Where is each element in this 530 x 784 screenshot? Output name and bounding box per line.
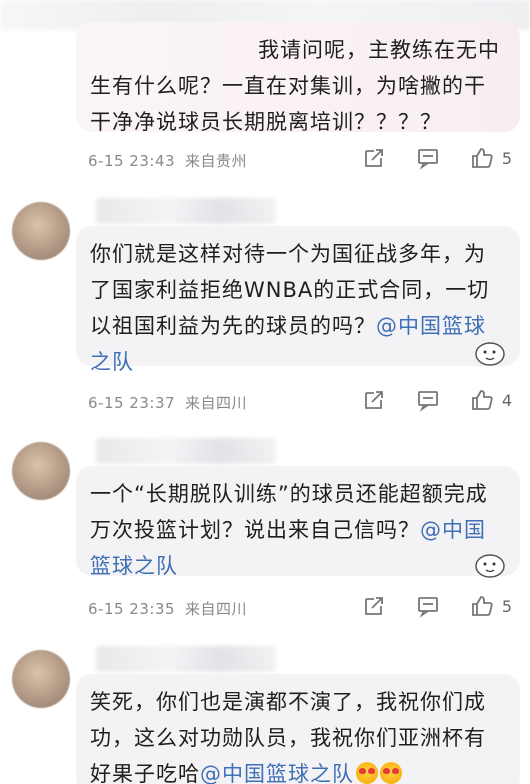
comment-actions: 5 (362, 146, 512, 170)
like-button[interactable]: 5 (470, 594, 512, 618)
comment-icon[interactable] (416, 388, 440, 412)
comment-text: 你们就是这样对待一个为国征战多年，为了国家利益拒绝WNBA的正式合同，一切以祖国… (90, 236, 506, 380)
like-icon (471, 148, 493, 168)
comment-bubble: 笑死，你们也是演都不演了，我祝你们成功，这么对功勋队员，我祝你们亚洲杯有好果子吃… (76, 674, 520, 784)
like-count: 5 (501, 596, 512, 616)
comment-bubble: 我请问呢，主教练在无中生有什么呢？一直在对集训，为啥撇的干干净净说球员长期脱离培… (76, 22, 520, 134)
comment-text: 我请问呢，主教练在无中生有什么呢？一直在对集训，为啥撇的干干净净说球员长期脱离培… (90, 38, 500, 134)
like-icon (471, 390, 493, 410)
sticker-icon (475, 554, 505, 578)
comment-actions: 4 (362, 388, 512, 412)
comment-meta: 6-15 23:35 来自四川 (88, 598, 247, 619)
comment-bubble: 一个“长期脱队训练”的球员还能超额完成万次投篮计划？说出来自己信吗？@中国篮球之… (76, 466, 520, 578)
like-count: 4 (501, 390, 512, 410)
comment-time: 6-15 23:35 (88, 600, 176, 618)
comment-meta: 6-15 23:43 来自贵州 (88, 150, 247, 171)
comment-time: 6-15 23:43 (88, 152, 176, 170)
comment-time: 6-15 23:37 (88, 394, 176, 412)
comment-2: 你们就是这样对待一个为国征战多年，为了国家利益拒绝WNBA的正式合同，一切以祖国… (0, 196, 530, 426)
share-icon[interactable] (362, 594, 386, 618)
comment-text: 笑死，你们也是演都不演了，我祝你们成功，这么对功勋队员，我祝你们亚洲杯有好果子吃… (90, 684, 506, 784)
share-icon[interactable] (362, 146, 386, 170)
avatar[interactable] (12, 442, 70, 500)
like-icon (471, 596, 493, 616)
share-icon[interactable] (362, 388, 386, 412)
comment-icon[interactable] (416, 594, 440, 618)
like-button[interactable]: 4 (470, 388, 512, 412)
comment-location: 来自贵州 (185, 152, 248, 170)
comment-location: 来自四川 (185, 394, 248, 412)
like-count: 5 (501, 148, 512, 168)
username-blurred (96, 646, 276, 672)
comment-location: 来自四川 (185, 600, 248, 618)
comment-3: 一个“长期脱队训练”的球员还能超额完成万次投篮计划？说出来自己信吗？@中国篮球之… (0, 436, 530, 626)
comment-actions: 5 (362, 594, 512, 618)
username-blurred (96, 438, 276, 464)
avatar[interactable] (12, 650, 70, 708)
heart-eyes-emoji (356, 762, 378, 784)
username-blurred (96, 198, 276, 224)
comment-4: 笑死，你们也是演都不演了，我祝你们成功，这么对功勋队员，我祝你们亚洲杯有好果子吃… (0, 640, 530, 784)
comment-text: 一个“长期脱队训练”的球员还能超额完成万次投篮计划？说出来自己信吗？@中国篮球之… (90, 476, 506, 584)
mention-link[interactable]: @中国篮球之队 (200, 762, 354, 784)
like-button[interactable]: 5 (470, 146, 512, 170)
sticker-icon (475, 342, 505, 366)
avatar[interactable] (12, 202, 70, 260)
comment-icon[interactable] (416, 146, 440, 170)
heart-eyes-emoji (380, 762, 402, 784)
comment-meta: 6-15 23:37 来自四川 (88, 392, 247, 413)
comment-bubble: 你们就是这样对待一个为国征战多年，为了国家利益拒绝WNBA的正式合同，一切以祖国… (76, 226, 520, 374)
comment-1: 我请问呢，主教练在无中生有什么呢？一直在对集训，为啥撇的干干净净说球员长期脱离培… (0, 0, 530, 190)
